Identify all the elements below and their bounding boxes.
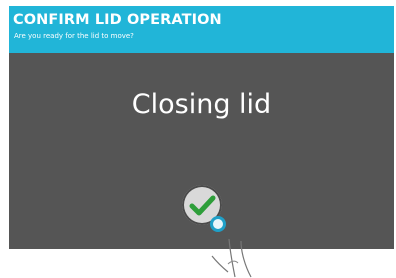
header-subtitle: Are you ready for the lid to move? bbox=[14, 32, 134, 40]
header-title: CONFIRM LID OPERATION bbox=[13, 12, 222, 28]
header-bar: CONFIRM LID OPERATION Are you ready for … bbox=[9, 6, 394, 53]
hand-pointer-icon bbox=[211, 238, 252, 278]
status-text: Closing lid bbox=[131, 89, 272, 120]
device-screen: CONFIRM LID OPERATION Are you ready for … bbox=[9, 6, 394, 249]
main-panel: Closing lid bbox=[9, 53, 394, 249]
